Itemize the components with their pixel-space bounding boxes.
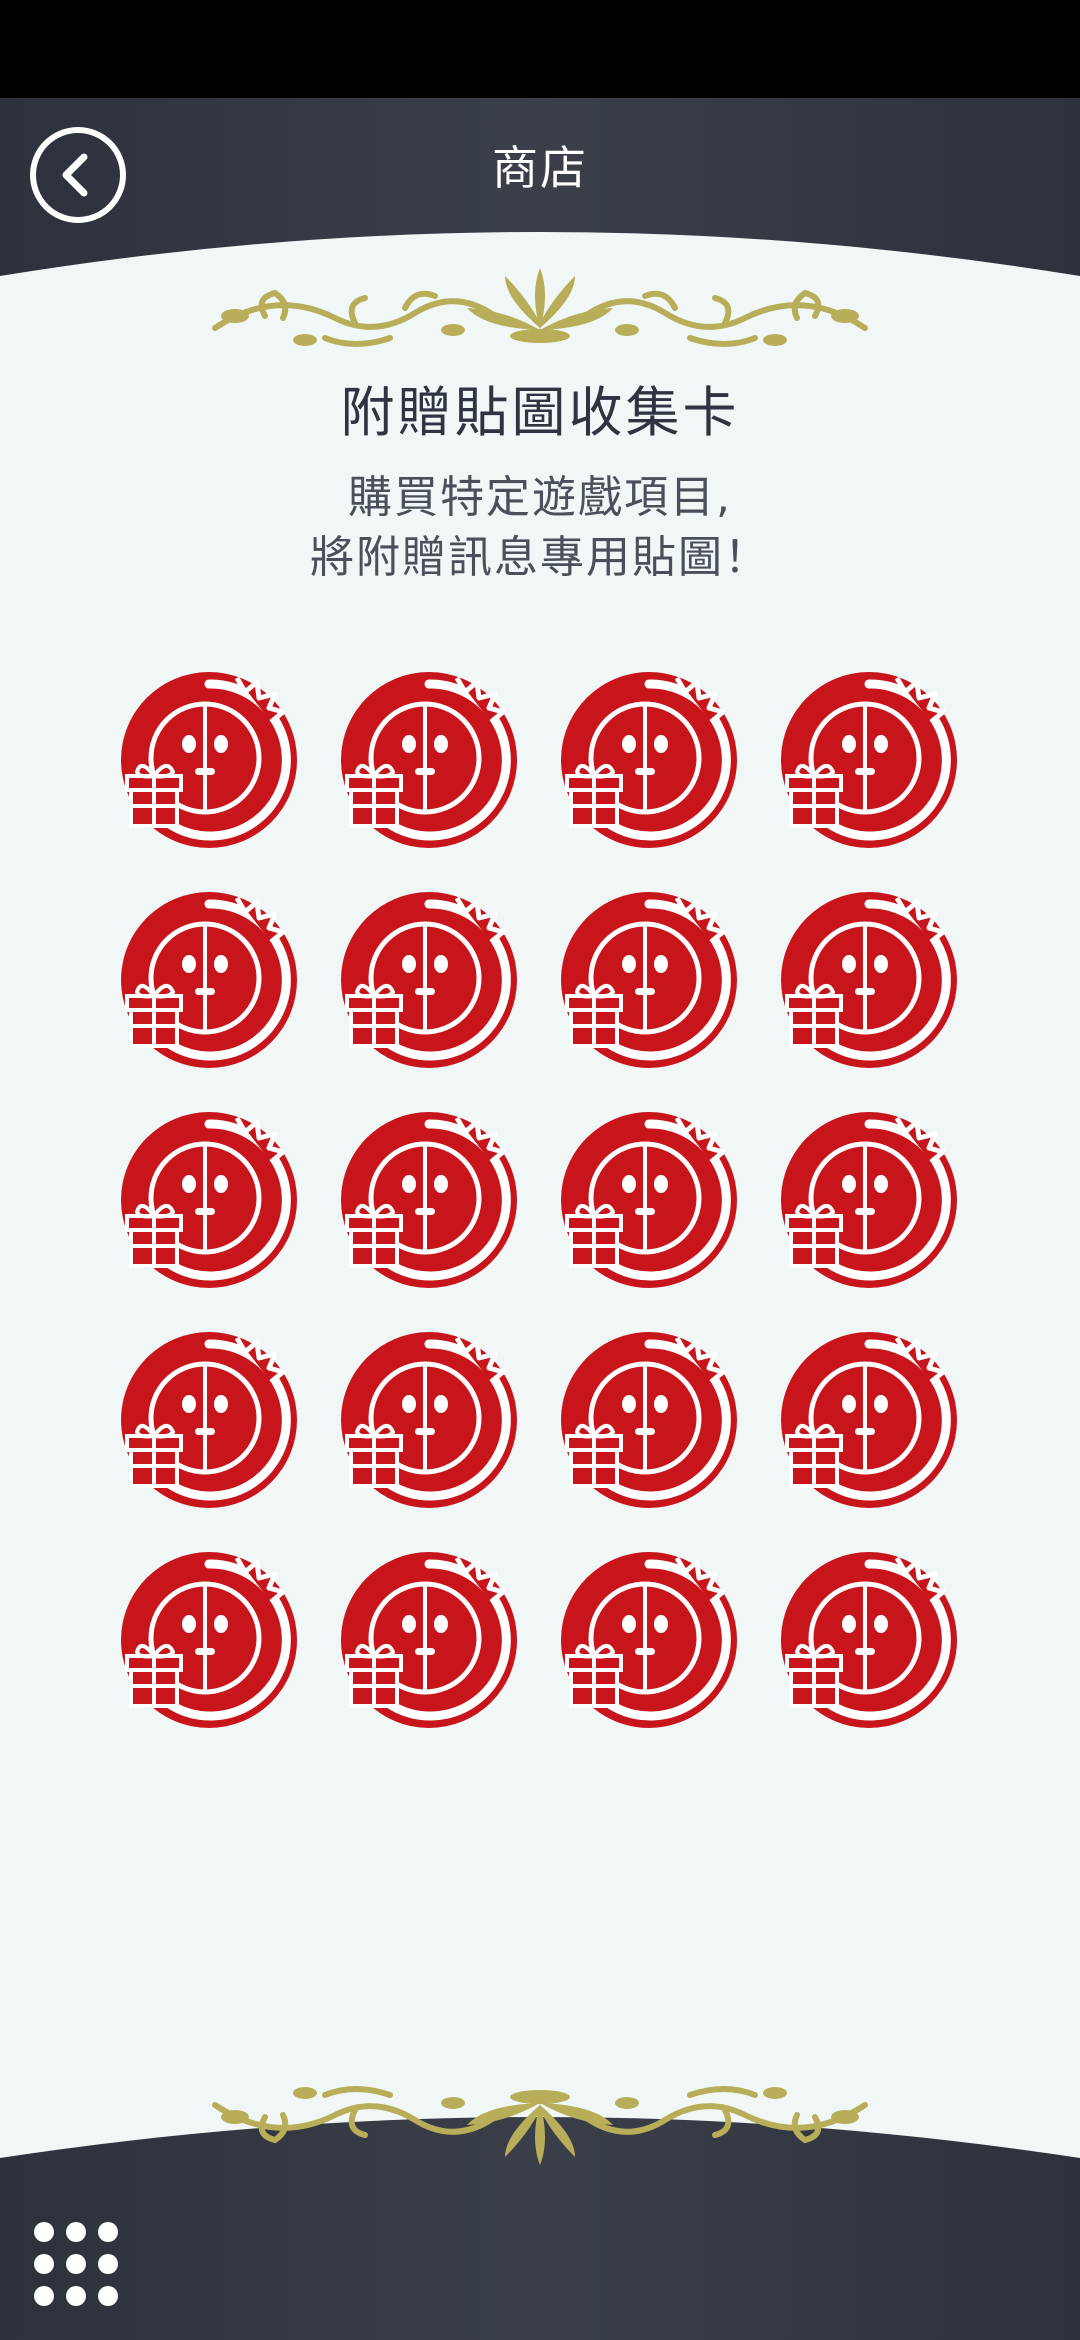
gift-stamp-sticker-icon xyxy=(341,1332,517,1508)
gift-stamp-sticker-icon xyxy=(561,1552,737,1728)
sticker-item[interactable] xyxy=(337,1108,521,1292)
gift-stamp-sticker-icon xyxy=(121,892,297,1068)
sticker-item[interactable] xyxy=(117,1328,301,1512)
sticker-item[interactable] xyxy=(117,1548,301,1732)
sticker-item[interactable] xyxy=(337,668,521,852)
gold-ornament-bottom-icon xyxy=(212,2086,868,2165)
gift-stamp-sticker-icon xyxy=(781,1552,957,1728)
sticker-item[interactable] xyxy=(557,1328,741,1512)
card-title: 附贈貼圖收集卡 xyxy=(340,381,740,444)
sticker-item[interactable] xyxy=(777,668,961,852)
gift-stamp-sticker-icon xyxy=(121,672,297,848)
sticker-item[interactable] xyxy=(117,668,301,852)
gift-stamp-sticker-icon xyxy=(781,892,957,1068)
sticker-item[interactable] xyxy=(557,888,741,1072)
gift-stamp-sticker-icon xyxy=(121,1332,297,1508)
status-bar xyxy=(0,0,1080,98)
gift-stamp-sticker-icon xyxy=(121,1112,297,1288)
gift-stamp-sticker-icon xyxy=(561,892,737,1068)
gift-stamp-sticker-icon xyxy=(561,1332,737,1508)
gift-stamp-sticker-icon xyxy=(341,892,517,1068)
page-title: 商店 xyxy=(492,141,588,195)
sticker-item[interactable] xyxy=(337,1548,521,1732)
card-subtitle: 購買特定遊戲項目, 將附贈訊息專用貼圖！ xyxy=(0,468,1080,588)
sticker-item[interactable] xyxy=(777,1108,961,1292)
sticker-item[interactable] xyxy=(557,1548,741,1732)
sticker-item[interactable] xyxy=(557,1108,741,1292)
sticker-grid xyxy=(117,668,967,1732)
sticker-item[interactable] xyxy=(117,1108,301,1292)
sticker-item[interactable] xyxy=(117,888,301,1072)
gift-stamp-sticker-icon xyxy=(561,672,737,848)
sticker-item[interactable] xyxy=(337,1328,521,1512)
sticker-item[interactable] xyxy=(337,888,521,1072)
gift-stamp-sticker-icon xyxy=(341,1552,517,1728)
card-subtitle-line-2: 將附贈訊息專用貼圖！ xyxy=(310,532,770,583)
grid-menu-icon xyxy=(34,2222,118,2306)
gift-stamp-sticker-icon xyxy=(341,672,517,848)
gift-stamp-sticker-icon xyxy=(561,1112,737,1288)
gift-stamp-sticker-icon xyxy=(781,1112,957,1288)
gift-stamp-sticker-icon xyxy=(781,672,957,848)
sticker-item[interactable] xyxy=(557,668,741,852)
sticker-item[interactable] xyxy=(777,1328,961,1512)
card-subtitle-line-1: 購買特定遊戲項目, xyxy=(348,472,732,523)
sticker-item[interactable] xyxy=(777,888,961,1072)
gift-stamp-sticker-icon xyxy=(121,1552,297,1728)
sticker-item[interactable] xyxy=(777,1548,961,1732)
gift-stamp-sticker-icon xyxy=(341,1112,517,1288)
gift-stamp-sticker-icon xyxy=(781,1332,957,1508)
menu-button[interactable] xyxy=(30,2218,122,2310)
shop-screen: 商店 附贈貼圖收集卡 購買特定遊戲項目, 將附贈訊息專用貼圖！ xyxy=(0,0,1080,2340)
gold-ornament-top-icon xyxy=(212,268,868,347)
